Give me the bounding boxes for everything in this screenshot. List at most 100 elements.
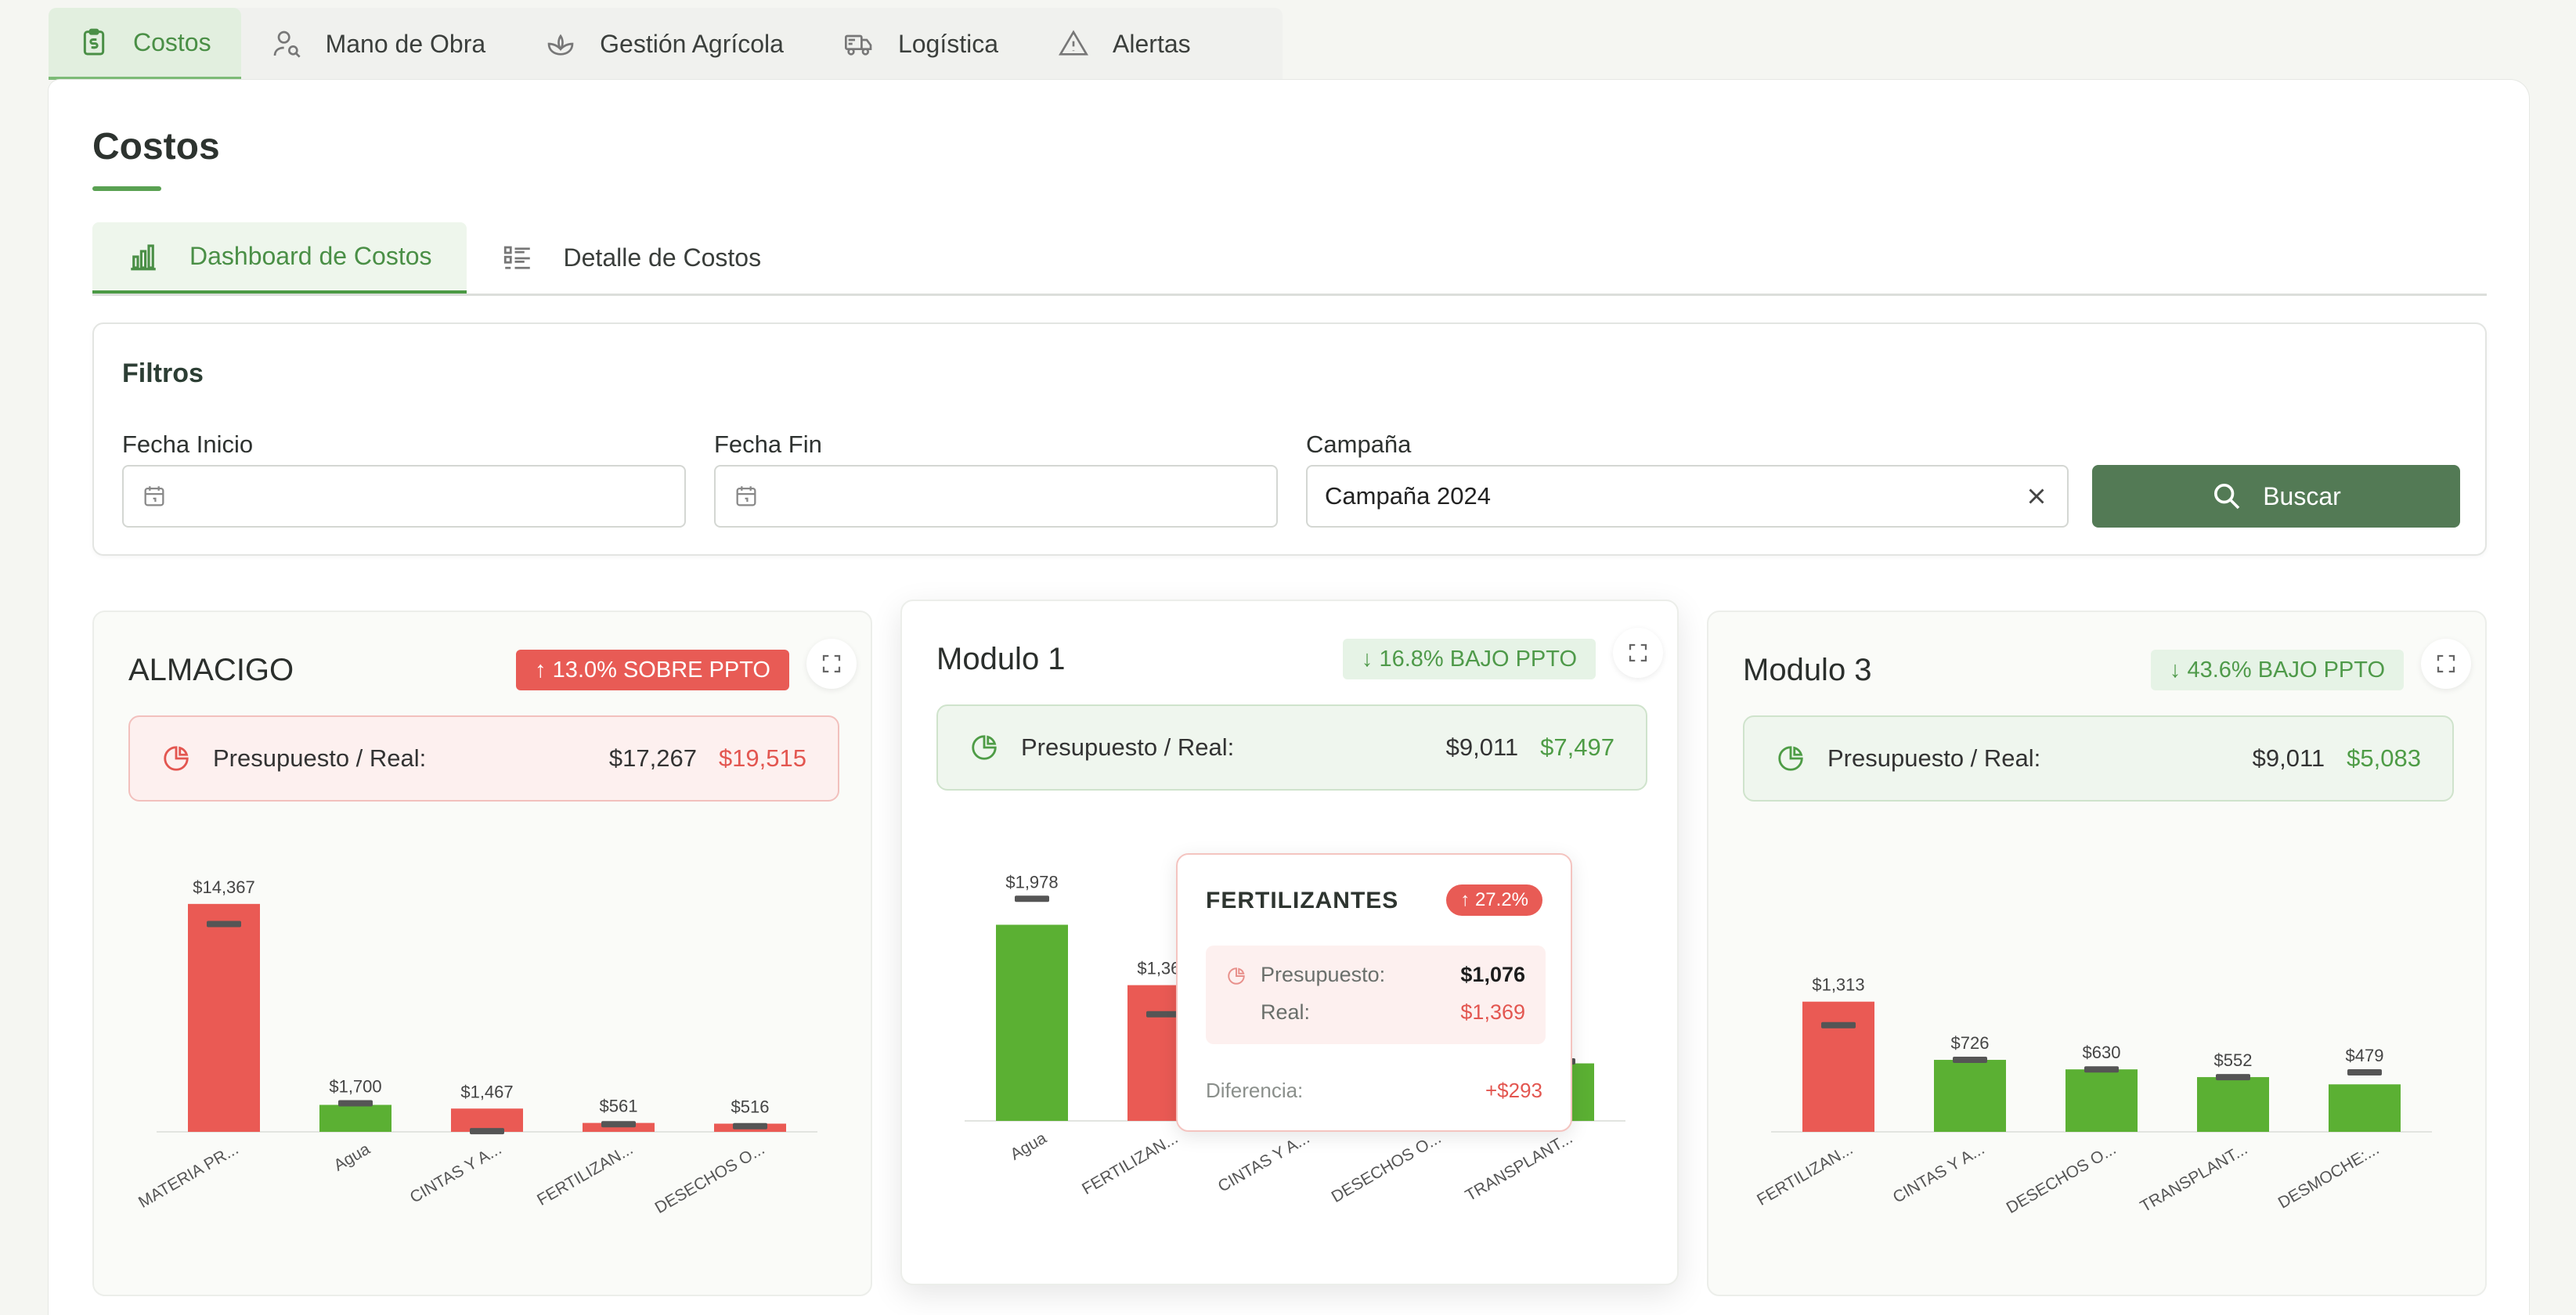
bar-real bbox=[996, 924, 1068, 1121]
pie-chart-icon bbox=[1228, 967, 1245, 985]
category-tick-label: Agua bbox=[1008, 1129, 1050, 1164]
nav-tab-label: Alertas bbox=[1113, 29, 1191, 58]
campana-select[interactable]: Campaña 2024 bbox=[1306, 465, 2069, 528]
top-navigation: Costos Mano de Obra Gestión Agrícola Log… bbox=[49, 8, 1283, 80]
tooltip-diff-row: Diferencia: +$293 bbox=[1206, 1079, 1542, 1103]
budget-marker bbox=[1821, 1021, 1856, 1029]
bar-real bbox=[319, 1104, 391, 1132]
clipboard-dollar-icon bbox=[83, 28, 105, 56]
bar-value-label: $1,978 bbox=[1005, 872, 1058, 892]
subtab-label: Dashboard de Costos bbox=[189, 242, 432, 270]
tooltip-real-label: Real: bbox=[1261, 1000, 1311, 1024]
category-tick-label: TRANSPLANT... bbox=[1463, 1129, 1576, 1205]
warning-icon bbox=[1059, 30, 1089, 56]
module-card-modulo-3: Modulo 3 ↓ 43.6% BAJO PPTO Presupuesto /… bbox=[1707, 611, 2487, 1296]
bar-value-label: $726 bbox=[1951, 1033, 1990, 1053]
calendar-icon bbox=[736, 486, 756, 506]
bar-value-label: $516 bbox=[731, 1097, 770, 1117]
bar-real bbox=[1934, 1060, 2006, 1132]
bar-value-label: $1,467 bbox=[460, 1082, 513, 1101]
category-tick-label: CINTAS Y A... bbox=[1890, 1140, 1988, 1206]
fecha-fin-label: Fecha Fin bbox=[714, 431, 822, 458]
fecha-inicio-label: Fecha Inicio bbox=[122, 431, 254, 458]
bar-value-label: $630 bbox=[2083, 1043, 2121, 1062]
category-tick-label: MATERIA PR... bbox=[135, 1140, 241, 1211]
category-tick-label: DESECHOS O... bbox=[2004, 1140, 2120, 1217]
fecha-inicio-field[interactable] bbox=[122, 465, 686, 528]
cost-bar-chart: $14,367 MATERIA PR... $1,700 Agua $1,467 CINT… bbox=[135, 877, 817, 1217]
budget-marker bbox=[1953, 1057, 1987, 1064]
cost-bar-chart: $1,313 FERTILIZAN... $726 CINTAS Y A... $630… bbox=[1754, 975, 2432, 1217]
bar-chart-icon bbox=[131, 243, 156, 270]
category-tick-label: TRANSPLANT... bbox=[2138, 1140, 2251, 1216]
page-title: Costos bbox=[92, 126, 220, 168]
budget-marker bbox=[2084, 1066, 2119, 1073]
search-icon bbox=[2214, 484, 2240, 510]
subtab-bar: Dashboard de Costos Detalle de Costos bbox=[92, 222, 2487, 296]
tooltip-budget-row: Presupuesto: $1,076 bbox=[1261, 963, 1525, 987]
bar-value-label: $561 bbox=[600, 1097, 638, 1116]
bar-real bbox=[188, 903, 260, 1132]
bar-value-label: $14,367 bbox=[193, 877, 255, 897]
nav-tab-mano-de-obra[interactable]: Mano de Obra bbox=[241, 8, 516, 80]
bar-real bbox=[2197, 1077, 2269, 1132]
bar-real bbox=[2329, 1084, 2401, 1132]
bar-real bbox=[1802, 1001, 1874, 1132]
nav-tab-label: Gestión Agrícola bbox=[600, 29, 784, 58]
search-button[interactable]: Buscar bbox=[2092, 465, 2460, 528]
category-tick-label: FERTILIZAN... bbox=[1754, 1140, 1856, 1209]
budget-marker bbox=[338, 1100, 373, 1107]
tooltip-real-row: Real: $1,369 bbox=[1261, 1000, 1525, 1025]
tab-dashboard-de-costos[interactable]: Dashboard de Costos bbox=[92, 222, 467, 294]
budget-marker bbox=[2347, 1069, 2382, 1075]
tooltip-budget-value: $1,076 bbox=[1460, 963, 1525, 986]
user-search-icon bbox=[273, 31, 301, 58]
calendar-icon bbox=[144, 486, 164, 506]
budget-marker bbox=[733, 1122, 767, 1129]
budget-marker bbox=[601, 1121, 636, 1128]
category-tick-label: DESMOCHE:... bbox=[2275, 1140, 2383, 1212]
campana-value: Campaña 2024 bbox=[1325, 482, 1491, 510]
tooltip-values: Presupuesto: $1,076 Real: $1,369 bbox=[1206, 946, 1546, 1044]
list-icon bbox=[503, 246, 530, 269]
category-tick-label: CINTAS Y A... bbox=[407, 1140, 505, 1206]
budget-marker bbox=[207, 920, 241, 928]
tooltip-badge: ↑ 27.2% bbox=[1446, 884, 1542, 916]
category-tick-label: DESECHOS O... bbox=[1329, 1129, 1445, 1206]
nav-tab-label: Logística bbox=[897, 29, 999, 58]
bar-value-label: $552 bbox=[2214, 1050, 2253, 1070]
tooltip-title: FERTILIZANTES bbox=[1206, 888, 1399, 913]
tab-detalle-de-costos[interactable]: Detalle de Costos bbox=[467, 222, 796, 294]
nav-tab-label: Mano de Obra bbox=[325, 29, 486, 58]
truck-icon bbox=[844, 34, 872, 56]
budget-marker bbox=[470, 1128, 504, 1135]
clear-icon[interactable] bbox=[2023, 483, 2050, 510]
category-tick-label: DESECHOS O... bbox=[652, 1140, 768, 1217]
category-tick-label: Agua bbox=[331, 1140, 373, 1175]
category-tick-label: FERTILIZAN... bbox=[1079, 1129, 1181, 1198]
budget-marker bbox=[1015, 895, 1049, 902]
tooltip-budget-label: Presupuesto: bbox=[1261, 963, 1386, 986]
bar-value-label: $1,313 bbox=[1812, 975, 1864, 995]
filters-panel: Filtros Fecha Inicio Fecha Fin Campaña C… bbox=[92, 322, 2487, 556]
category-tick-label: CINTAS Y A... bbox=[1215, 1129, 1313, 1195]
filters-title: Filtros bbox=[122, 358, 204, 388]
bar-value-label: $479 bbox=[2346, 1046, 2384, 1065]
tooltip-real-value: $1,369 bbox=[1460, 1000, 1525, 1024]
chart-tooltip: FERTILIZANTES ↑ 27.2% Presupuesto: $1,07… bbox=[1176, 853, 1572, 1132]
nav-tab-alertas[interactable]: Alertas bbox=[1028, 8, 1221, 80]
budget-marker bbox=[2216, 1074, 2250, 1081]
subtab-label: Detalle de Costos bbox=[563, 243, 762, 272]
campana-label: Campaña bbox=[1306, 431, 1412, 458]
bar-value-label: $1,700 bbox=[329, 1077, 381, 1097]
tooltip-diff-value: +$293 bbox=[1485, 1079, 1542, 1102]
module-card-almacigo: ALMACIGO ↑ 13.0% SOBRE PPTO Presupuesto … bbox=[92, 611, 872, 1296]
search-button-label: Buscar bbox=[2263, 481, 2341, 510]
category-tick-label: FERTILIZAN... bbox=[534, 1140, 636, 1209]
fecha-fin-field[interactable] bbox=[714, 465, 1278, 528]
leaf-icon bbox=[547, 34, 574, 56]
nav-tab-costos[interactable]: Costos bbox=[49, 8, 241, 80]
nav-tab-logistica[interactable]: Logística bbox=[814, 8, 1028, 80]
nav-tab-gestion-agricola[interactable]: Gestión Agrícola bbox=[515, 8, 814, 80]
tooltip-diff-label: Diferencia: bbox=[1206, 1079, 1304, 1102]
